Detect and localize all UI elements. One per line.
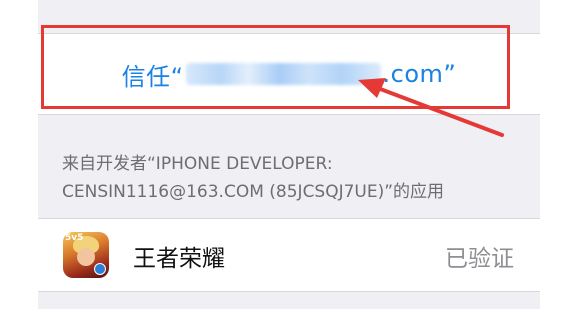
trust-developer-label: 信任“ .com” (122, 57, 457, 92)
icon-badge: 5v5 (65, 233, 84, 243)
developer-note-line-2: CENSIN1116@163.COM (85JCSQJ7UE)”的应用 (62, 182, 445, 202)
trust-suffix: .com” (382, 60, 457, 88)
app-name: 王者荣耀 (133, 246, 225, 272)
left-margin (0, 0, 38, 309)
redacted-developer-name (185, 63, 381, 85)
icon-face (77, 248, 95, 266)
developer-footer-note: 来自开发者“IPHONE DEVELOPER: CENSIN1116@163.C… (62, 150, 532, 206)
trust-prefix: 信任“ (121, 62, 184, 91)
developer-note-line-1: 来自开发者“IPHONE DEVELOPER: (62, 154, 333, 174)
app-list-item[interactable]: 5v5 王者荣耀 已验证 (38, 218, 540, 292)
right-margin (540, 0, 580, 309)
app-icon: 5v5 (63, 232, 109, 278)
trust-developer-button[interactable]: 信任“ .com” (38, 33, 540, 115)
icon-mark (94, 263, 106, 275)
verified-status: 已验证 (445, 246, 514, 272)
